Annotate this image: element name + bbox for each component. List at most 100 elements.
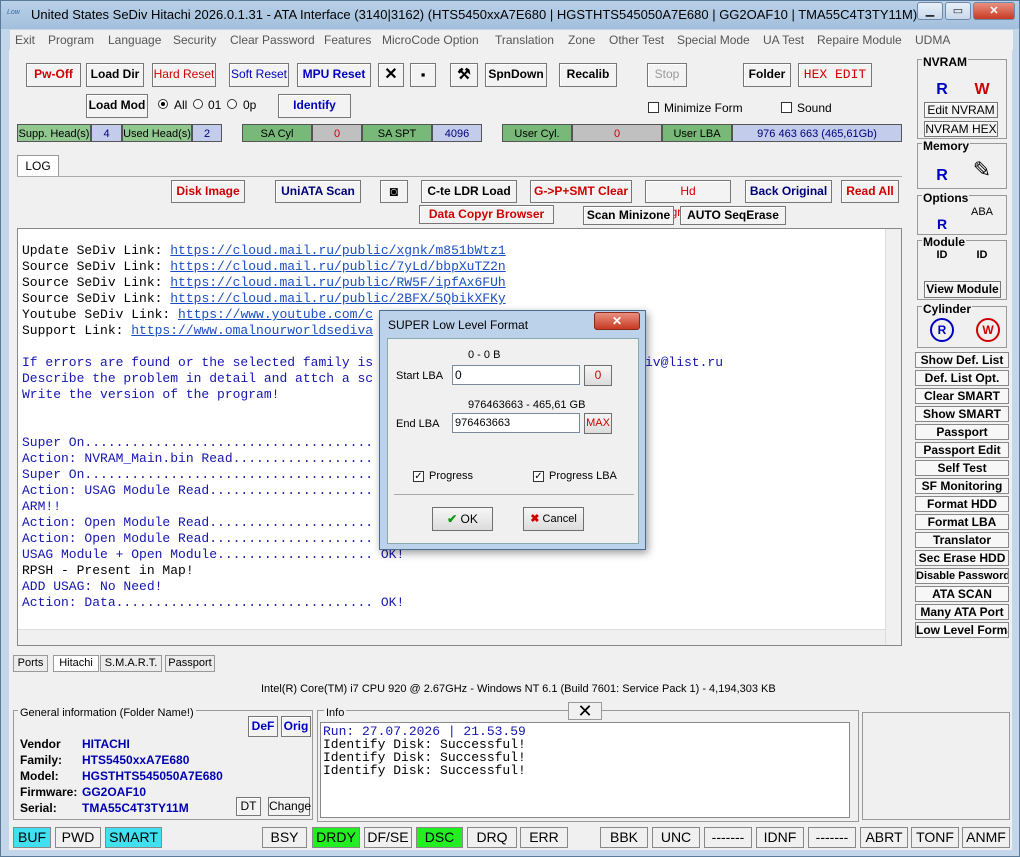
view-module-button[interactable]: View Module [924,281,1001,298]
close-icon[interactable]: ✕ [568,702,602,720]
ata-scan-button[interactable]: ATA SCAN [915,586,1009,602]
nvram-write-icon[interactable]: W [968,70,996,98]
tab-ports[interactable]: Ports [13,655,48,672]
load-mod-button[interactable]: Load Mod [86,94,148,118]
title-bar[interactable]: Low United States SeDiv Hitachi 2026.0.1… [1,1,1019,29]
source-link[interactable]: https://cloud.mail.ru/public/RW5F/ipfAx6… [170,275,505,290]
disable-password-button[interactable]: Disable Password [915,568,1009,584]
tab-smart[interactable]: S.M.A.R.T. [100,655,162,672]
stop-button[interactable]: Stop [647,63,687,87]
options-read-icon[interactable]: R [928,205,956,233]
menu-udma[interactable]: UDMA [915,33,950,47]
many-ata-port-button[interactable]: Many ATA Port [915,604,1009,620]
close-icon[interactable]: ✕ [594,312,640,330]
start-lba-input[interactable]: 0 [452,365,580,385]
clear-smart-button[interactable]: Clear SMART [915,388,1009,404]
uniata-scan-button[interactable]: UniATA Scan [275,180,361,203]
format-lba-button[interactable]: Format LBA [915,514,1009,530]
low-level-format-button[interactable]: Low Level Format [915,622,1009,638]
radio-0p[interactable] [227,99,237,109]
cross-icon[interactable]: ✕ [378,63,404,87]
cte-ldr-load-button[interactable]: C-te LDR Load [421,180,517,203]
menu-zone[interactable]: Zone [568,33,595,47]
def-list-opt-button[interactable]: Def. List Opt. [915,370,1009,386]
info-log[interactable]: Run: 27.07.2026 | 21.53.59 Identify Disk… [320,722,850,818]
save-icon[interactable]: ▪ [410,63,436,87]
minimize-icon[interactable]: ▁ [917,2,943,20]
start-zero-button[interactable]: 0 [584,365,612,386]
show-def-list-button[interactable]: Show Def. List [915,352,1009,368]
sec-erase-hdd-button[interactable]: Sec Erase HDD [915,550,1009,566]
youtube-link[interactable]: https://www.youtube.com/c [178,307,373,322]
update-link[interactable]: https://cloud.mail.ru/public/xgnk/m851bW… [170,243,505,258]
edit-nvram-button[interactable]: Edit NVRAM [924,102,998,118]
menu-language[interactable]: Language [108,33,161,47]
nvram-read-icon[interactable]: R [928,70,956,98]
camera-icon[interactable]: ◙ [380,180,408,203]
menu-translation[interactable]: Translation [495,33,554,47]
menu-special-mode[interactable]: Special Mode [677,33,750,47]
menu-ua-test[interactable]: UA Test [763,33,804,47]
spndown-button[interactable]: SpnDown [485,63,547,87]
pw-off-button[interactable]: Pw-Off [26,63,81,87]
close-icon[interactable]: ✕ [973,2,1015,20]
dt-button[interactable]: DT [236,797,261,816]
progress-checkbox[interactable]: ✓ [413,471,424,482]
def-button[interactable]: DeF [248,716,278,737]
end-lba-input[interactable]: 976463663 [452,413,580,433]
mpu-reset-button[interactable]: MPU Reset [297,63,371,87]
tab-passport[interactable]: Passport [165,655,215,672]
data-copyr-browser-button[interactable]: Data Copyr Browser [419,205,554,224]
source-link[interactable]: https://cloud.mail.ru/public/7yLd/bbpXuT… [170,259,505,274]
menu-repaire-module[interactable]: Repaire Module [817,33,902,47]
self-test-button[interactable]: Self Test [915,460,1009,476]
menu-clear-password[interactable]: Clear Password [230,33,315,47]
hex-edit-button[interactable]: HEX EDIT [798,63,872,87]
identify-button[interactable]: Identify [278,94,351,118]
translator-button[interactable]: Translator [915,532,1009,548]
progress-lba-checkbox[interactable]: ✓ [533,471,544,482]
radio-all[interactable] [158,99,168,109]
maximize-icon[interactable]: ▭ [945,2,971,20]
show-smart-button[interactable]: Show SMART [915,406,1009,422]
load-dir-button[interactable]: Load Dir [86,63,144,87]
menu-program[interactable]: Program [48,33,94,47]
menu-exit[interactable]: Exit [15,33,35,47]
menu-other-test[interactable]: Other Test [609,33,664,47]
menu-security[interactable]: Security [173,33,216,47]
module-read-icon[interactable]: ID [928,248,956,276]
back-original-button[interactable]: Back Original [745,180,832,203]
log-scrollbar[interactable] [885,229,901,645]
cylinder-write-icon[interactable]: W [976,318,1000,342]
format-hdd-button[interactable]: Format HDD [915,496,1009,512]
max-button[interactable]: MAX [584,413,612,434]
cancel-button[interactable]: ✖ Cancel [523,507,584,531]
menu-features[interactable]: Features [324,33,371,47]
cylinder-read-icon[interactable]: R [930,318,954,342]
support-link[interactable]: https://www.omalnourworldsediva [131,323,373,338]
minimize-form-checkbox[interactable] [648,102,659,113]
recalib-button[interactable]: Recalib [559,63,617,87]
auto-seqerase-button[interactable]: AUTO SeqErase [680,206,786,225]
read-all-button[interactable]: Read All [841,180,899,203]
log-hscrollbar[interactable] [18,629,885,645]
module-write-icon[interactable]: ID [968,248,996,276]
tools-icon[interactable]: ⚒ [450,63,478,87]
aba-icon[interactable]: ABA [966,205,998,233]
scan-minizone-button[interactable]: Scan Minizone [583,206,674,225]
memory-read-icon[interactable]: R [928,155,956,185]
nvram-hex-button[interactable]: NVRAM HEX [924,121,998,137]
menu-microcode-option[interactable]: MicroCode Option [382,33,479,47]
tab-log[interactable]: LOG [17,155,59,177]
passport-edit-button[interactable]: Passport Edit [915,442,1009,458]
memory-tool-icon[interactable]: ✎ [968,155,996,185]
ok-button[interactable]: ✔ OK [432,507,493,531]
sound-checkbox[interactable] [781,102,792,113]
disk-image-button[interactable]: Disk Image [171,180,245,203]
tab-hitachi[interactable]: Hitachi [53,655,99,672]
change-button[interactable]: Change [268,797,311,816]
source-link[interactable]: https://cloud.mail.ru/public/2BFX/5QbikX… [170,291,505,306]
hd-degradation-button[interactable]: Hd Degradation [645,180,731,219]
hard-reset-button[interactable]: Hard Reset [152,63,216,87]
sf-monitoring-button[interactable]: SF Monitoring [915,478,1009,494]
